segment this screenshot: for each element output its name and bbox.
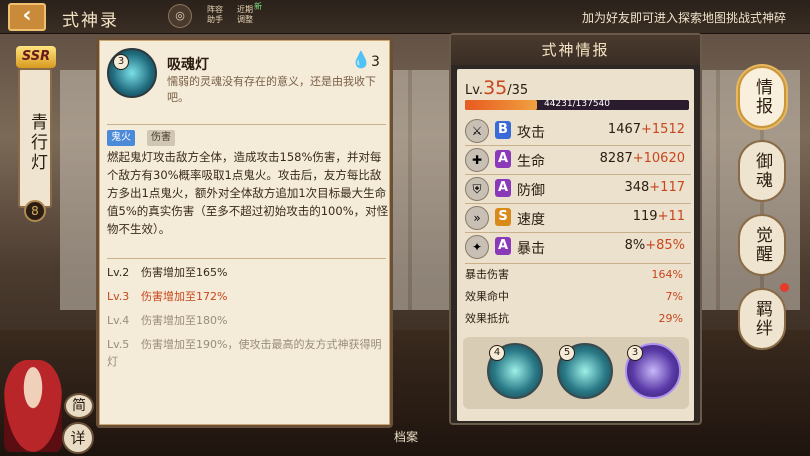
topbar-hint: 加为好友即可进入探索地图挑战式神碎 [581,11,786,25]
tag-damage: 伤害 [147,130,175,146]
skill-description: 燃起鬼灯攻击敌方全体，造成攻击158%伤害，并对每个敌方有30%概率吸取1点鬼火… [107,150,389,236]
skill-flavor-text: 懦弱的灵魂没有存在的意义，还是由我收下吧。 [167,75,376,104]
info-panel: 式神情报 Lv.35/35 44231/137540 ⚔ B 攻击 1467+1… [449,33,702,425]
notification-dot [780,283,789,292]
stat-row-defense: ⛨ A 防御 348+117 [465,177,693,201]
divider [465,145,691,146]
detail-view-button[interactable]: 详 [62,422,94,454]
top-bar: ‹ 式神录 ◎ 阵容助手 近期调整 新 加为好友即可进入探索地图挑战式神碎 [0,0,810,34]
attack-icon: ⚔ [465,119,489,143]
back-arrow-icon: ‹ [22,3,32,28]
back-button[interactable]: ‹ [8,3,46,31]
crest-icon[interactable]: ◎ [168,4,192,28]
simple-view-button[interactable]: 简 [64,393,94,419]
exp-text: 44231/137540 [543,99,611,109]
soul-slot[interactable]: 4 [487,343,543,399]
stat-row-health: ✚ A 生命 8287+10620 [465,148,693,172]
soul-tray: 4 5 3 [463,337,689,409]
tab-awaken[interactable]: 觉醒 [738,214,786,276]
defense-icon: ⛨ [465,177,489,201]
grade-badge: A [495,179,511,197]
info-header: 式神情报 [451,35,700,65]
onibi-icon: 💧 [351,50,371,69]
player-avatar[interactable] [4,360,62,452]
level-display: Lv.35/35 [465,77,529,99]
rarity-badge: SSR [16,46,56,68]
substat-effect-resist: 效果抵抗 29% [465,312,683,325]
skill-level-badge: 3 [113,54,129,70]
archive-label[interactable]: 档案 [394,428,418,445]
grade-badge: B [495,121,511,139]
tab-info[interactable]: 情报 [738,66,786,128]
page-title: 式神录 [62,11,119,31]
skill-panel: 3 吸魂灯 💧 3 懦弱的灵魂没有存在的意义，还是由我收下吧。 鬼火 伤害 燃起… [96,37,393,428]
divider [465,232,691,233]
divider [465,174,691,175]
skill-level-row-locked: Lv.4 伤害增加至180% [107,314,228,327]
new-badge: 新 [254,2,262,11]
crit-icon: ✦ [465,235,489,259]
divider [465,263,691,264]
stat-row-crit: ✦ A 暴击 8%+85% [465,235,693,259]
skill-name: 吸魂灯 [167,57,209,73]
divider [107,258,386,259]
tag-onibi: 鬼火 [107,130,135,146]
stat-row-attack: ⚔ B 攻击 1467+1512 [465,119,693,143]
divider [465,203,691,204]
soul-slot-selected[interactable]: 3 [625,343,681,399]
tab-bond[interactable]: 羁绊 [738,288,786,350]
skill-cost: 3 [371,54,380,70]
health-icon: ✚ [465,148,489,172]
soul-slot[interactable]: 5 [557,343,613,399]
recent-adjust-button[interactable]: 近期调整 [234,5,256,25]
skill-level-row-locked: Lv.5 伤害增加至190%，使攻击最高的友方式神获得明灯 [107,338,382,368]
speed-icon: » [465,206,489,230]
grade-badge: S [495,208,511,226]
substat-crit-damage: 暴击伤害 164% [465,268,683,281]
divider [107,124,386,125]
knot-icon: 8 [24,200,46,222]
grade-badge: A [495,150,511,168]
substat-effect-hit: 效果命中 7% [465,290,683,303]
skill-lantern-icon[interactable]: 3 [107,48,157,98]
shikigami-name: 青行灯 [18,68,52,208]
stat-row-speed: » S 速度 119+11 [465,206,693,230]
grade-badge: A [495,237,511,255]
skill-level-row: Lv.2 伤害增加至165% [107,266,228,279]
lineup-helper-button[interactable]: 阵容助手 [204,5,226,25]
tab-mitama[interactable]: 御魂 [738,140,786,202]
skill-level-row-current: Lv.3 伤害增加至172% [107,290,228,303]
